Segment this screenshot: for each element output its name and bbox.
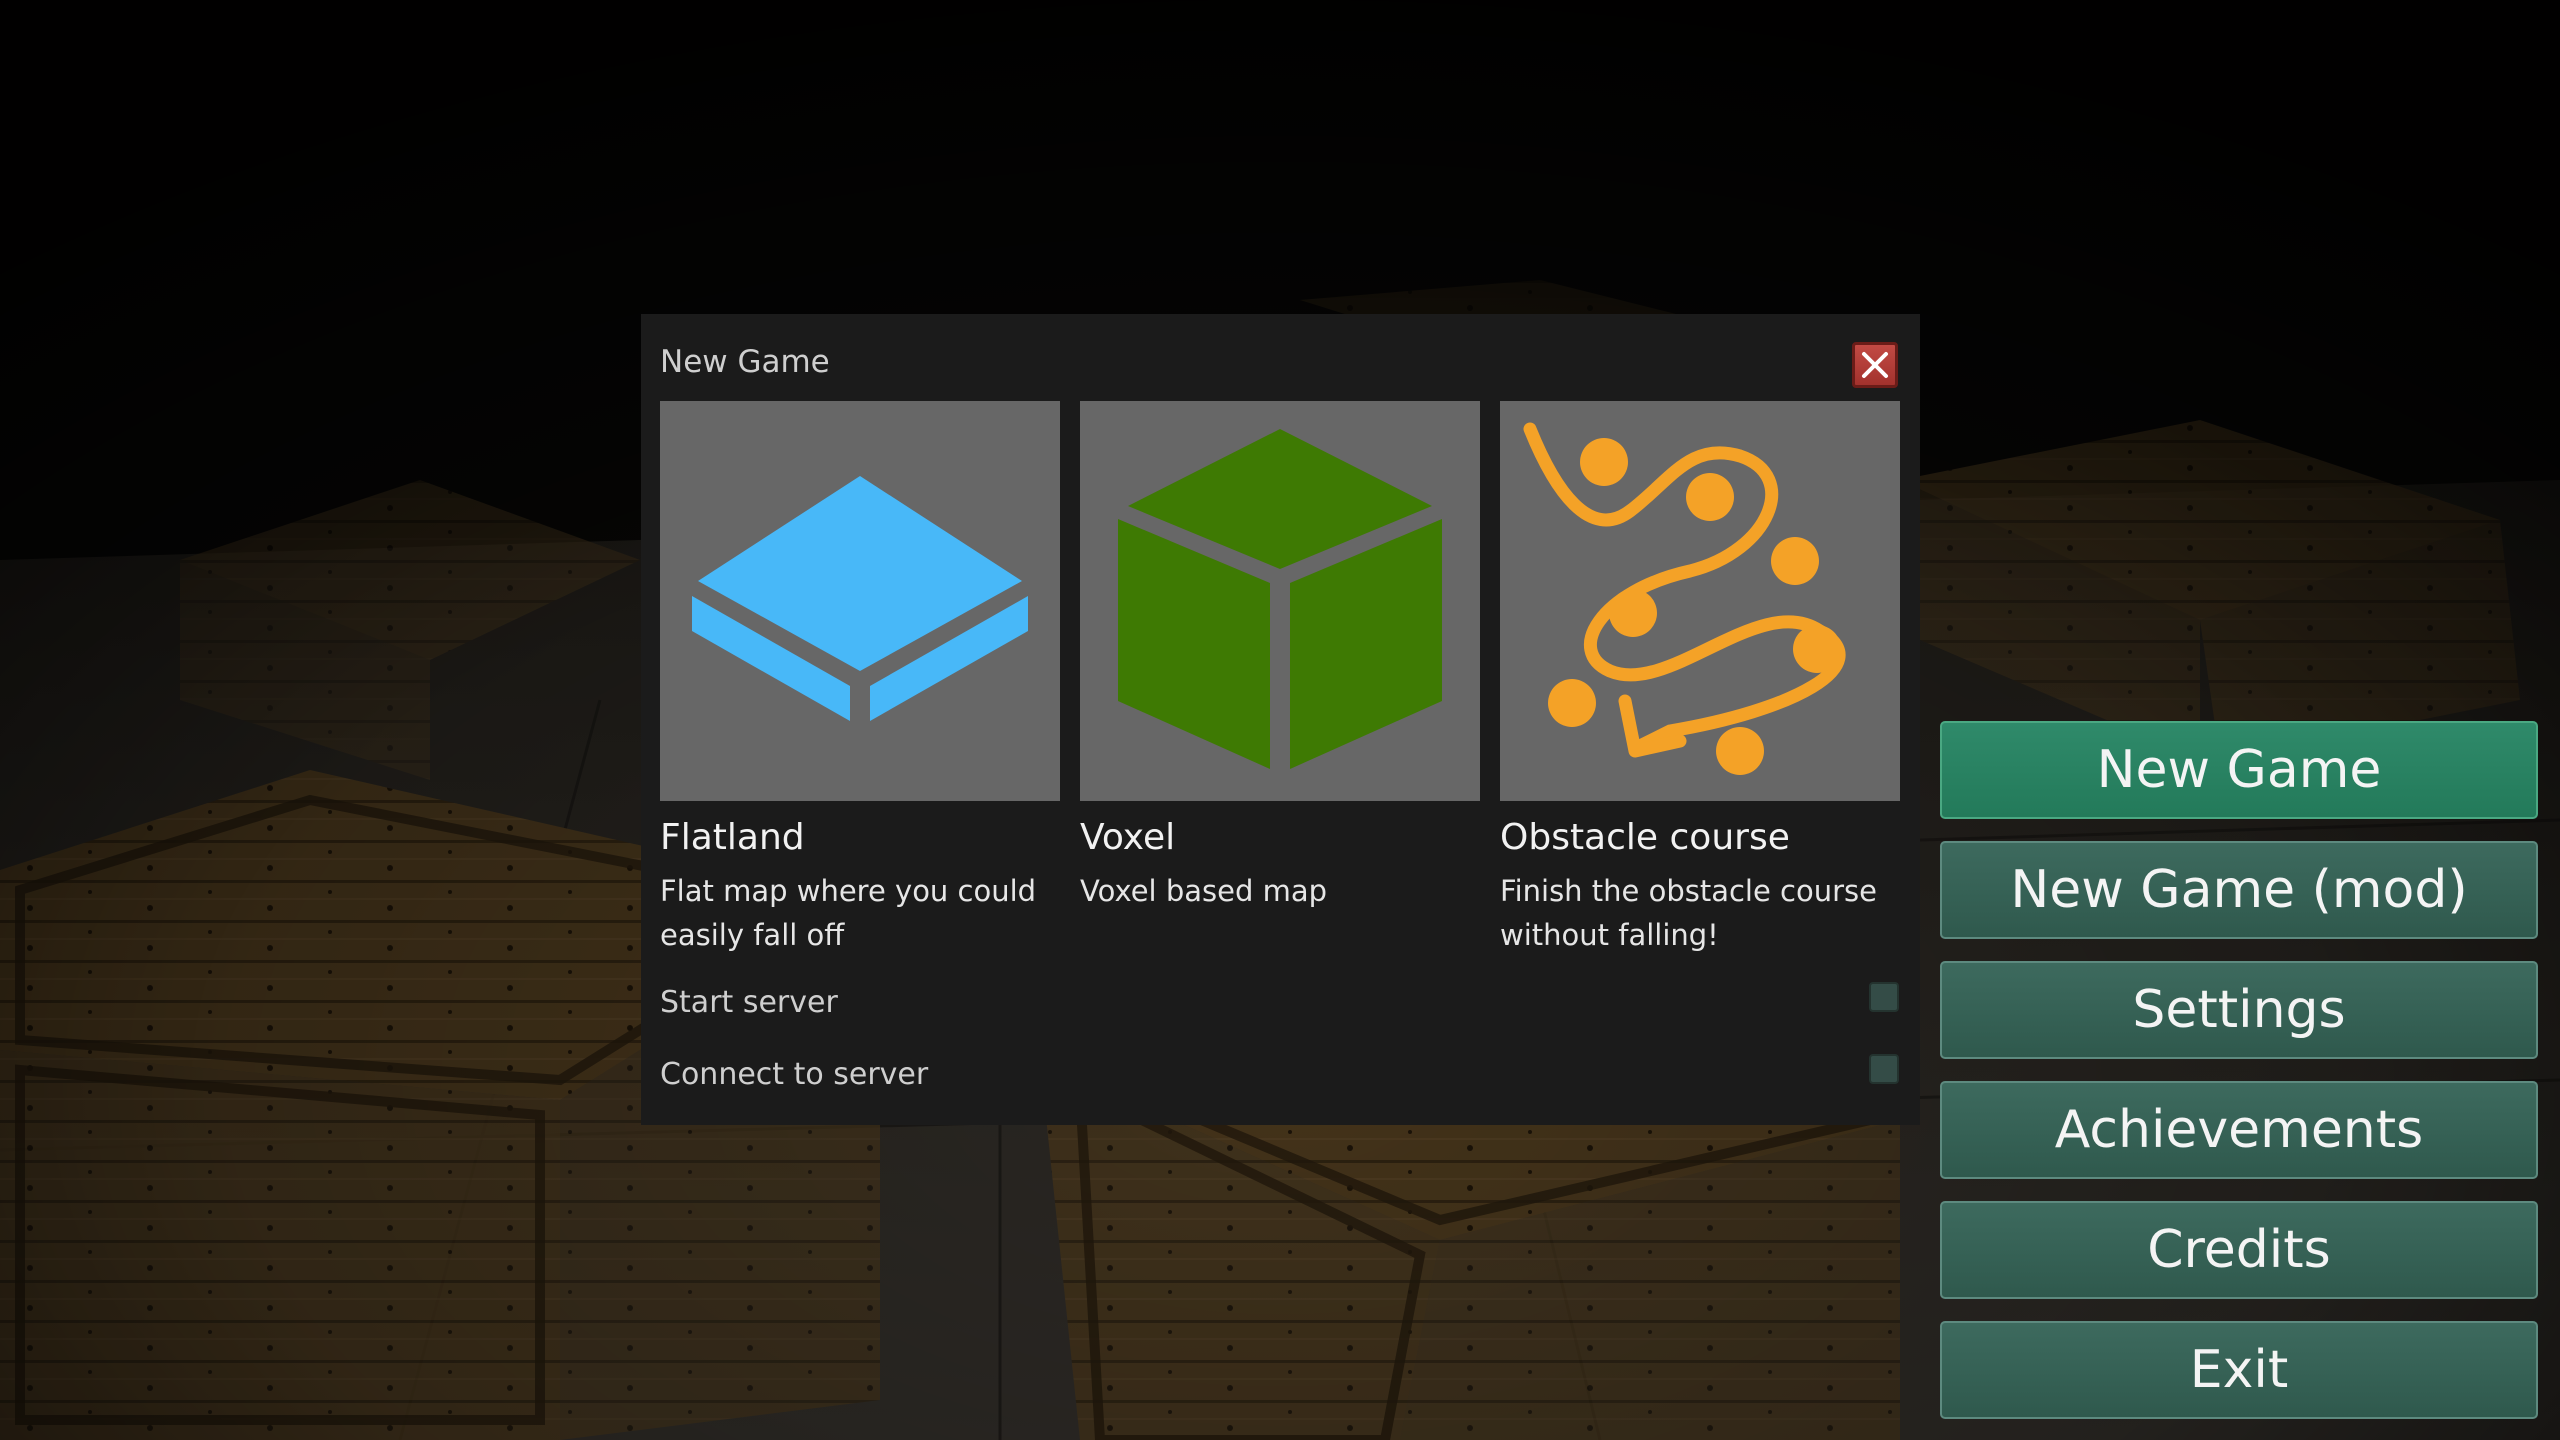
close-x-icon [1862,352,1888,378]
start-server-label: Start server [660,985,838,1020]
map-description: Flat map where you could easily fall off [660,874,1037,952]
map-description: Voxel based map [1080,874,1328,908]
flat-tile-icon [692,476,1028,721]
new-game-button[interactable]: New Game [1940,721,2538,819]
voxel-cube-icon [1118,429,1442,769]
voxel-image[interactable] [1080,401,1480,801]
close-button[interactable] [1852,342,1898,388]
new-game-mod-button[interactable]: New Game (mod) [1940,841,2538,939]
game-scene: New Game Flatland Flat map where you cou… [0,0,2560,1440]
dialog-title: New Game [660,344,830,380]
obstacle-path-icon [1523,422,1846,775]
map-title: Flatland [660,817,805,858]
map-card-flatland[interactable]: Flatland Flat map where you could easily… [660,401,1060,957]
exit-button[interactable]: Exit [1940,1321,2538,1419]
settings-button[interactable]: Settings [1940,961,2538,1059]
obstacle-course-image[interactable] [1500,401,1900,801]
map-description: Finish the obstacle course without falli… [1500,874,1877,952]
connect-to-server-label: Connect to server [660,1057,929,1092]
connect-to-server-checkbox[interactable] [1869,1054,1899,1084]
start-server-checkbox[interactable] [1869,982,1899,1012]
new-game-dialog: New Game Flatland Flat map where you cou… [641,314,1920,1125]
map-title: Obstacle course [1500,817,1790,858]
map-card-obstacle-course[interactable]: Obstacle course Finish the obstacle cour… [1500,401,1900,957]
credits-button[interactable]: Credits [1940,1201,2538,1299]
map-card-voxel[interactable]: Voxel Voxel based map [1080,401,1480,913]
flatland-image[interactable] [660,401,1060,801]
achievements-button[interactable]: Achievements [1940,1081,2538,1179]
map-title: Voxel [1080,817,1176,858]
